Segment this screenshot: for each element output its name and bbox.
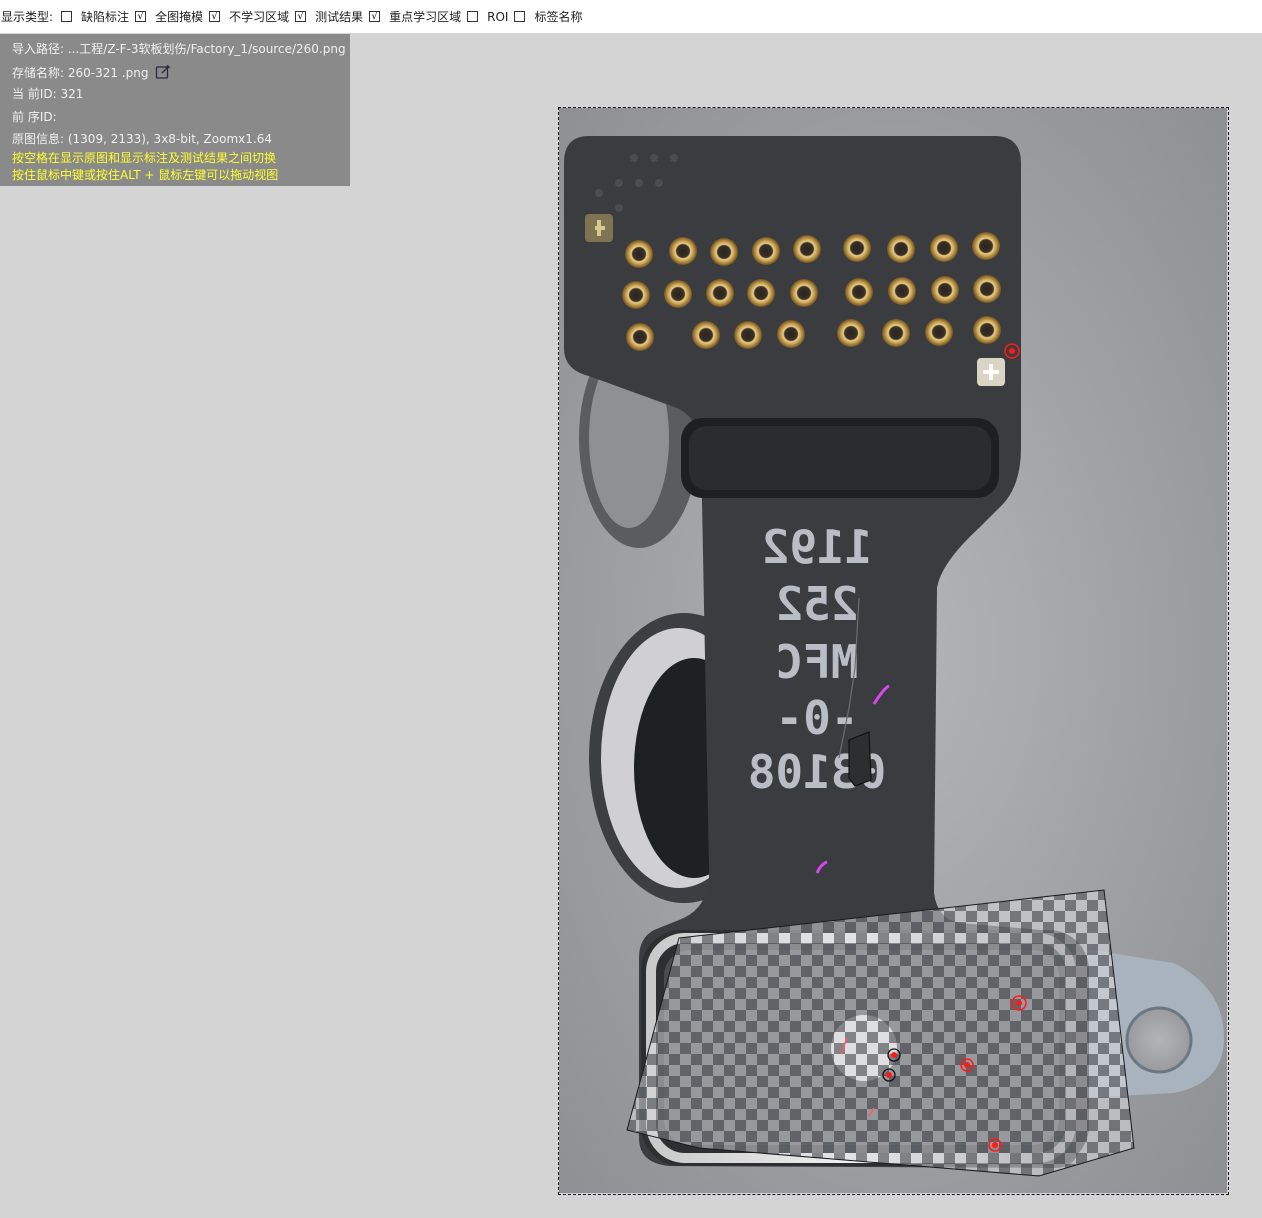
import-path: 导入路径: ...工程/Z-F-3软板划伤/Factory_1/source/2… [12,42,346,56]
key-learn-region-checkbox[interactable]: √ [369,11,381,22]
original-image-info: 原图信息: (1309, 2133), 3x8-bit, Zoomx1.64 [12,132,272,146]
test-result-checkbox[interactable]: √ [295,11,307,22]
edit-icon[interactable] [155,64,171,84]
option-no-learn-region[interactable]: √ 不学习区域 [209,8,289,25]
key-learn-region-label: 重点学习区域 [389,10,462,24]
option-test-result[interactable]: √ 测试结果 [295,8,363,25]
tag-name-checkbox[interactable] [514,11,526,22]
option-key-learn-region[interactable]: √ 重点学习区域 [369,8,461,25]
option-full-mask[interactable]: √ 全图掩模 [135,8,203,25]
alignment-mark-top-left [585,214,613,242]
save-name: 存储名称: 260-321 .png [12,65,149,80]
no-learn-region-polygon [848,731,872,787]
printed-text-line-4: -0- [775,691,858,745]
option-tag-name[interactable]: 标签名称 [514,8,582,25]
hint-toggle-space: 按空格在显示原图和显示标注及测试结果之间切换 [12,151,277,165]
current-id: 当 前ID: 321 [12,87,84,101]
full-mask-checkbox[interactable]: √ [135,11,147,22]
printed-text-line-2: 252 [775,577,858,631]
roi-label: ROI [487,9,509,24]
full-mask-label: 全图掩模 [155,10,204,24]
defect-annotation-checkbox[interactable] [61,11,73,22]
no-learn-region-checkbox[interactable]: √ [209,11,221,22]
tag-name-label: 标签名称 [534,10,583,24]
defect-annotation-label: 缺陷标注 [81,10,130,24]
test-result-label: 测试结果 [315,10,364,24]
option-roi[interactable]: ROI [467,10,508,24]
prev-id: 前 序ID: [12,109,57,124]
display-type-toolbar: 显示类型: 缺陷标注 √ 全图掩模 √ 不学习区域 √ 测试结果 √ 重点学习区… [0,0,1262,33]
roi-checkbox[interactable] [467,11,479,22]
no-learn-region-label: 不学习区域 [229,10,290,24]
option-defect-annotation[interactable]: 缺陷标注 [61,8,129,25]
printed-text-line-3: MFC [775,635,858,689]
save-name-row: 存储名称: 260-321 .png [12,64,350,87]
printed-text-line-1: 1192 [762,520,873,574]
inspection-image: 1192 252 MFC -0- 03108 [559,108,1227,1193]
image-info-panel: 导入路径: ...工程/Z-F-3软板划伤/Factory_1/source/2… [0,34,350,186]
hint-drag-view: 按住鼠标中键或按住ALT + 鼠标左键可以拖动视图 [12,168,279,182]
image-viewport[interactable]: 1192 252 MFC -0- 03108 [558,107,1229,1195]
alignment-mark-right [977,358,1005,386]
display-type-label: 显示类型: [1,10,54,24]
